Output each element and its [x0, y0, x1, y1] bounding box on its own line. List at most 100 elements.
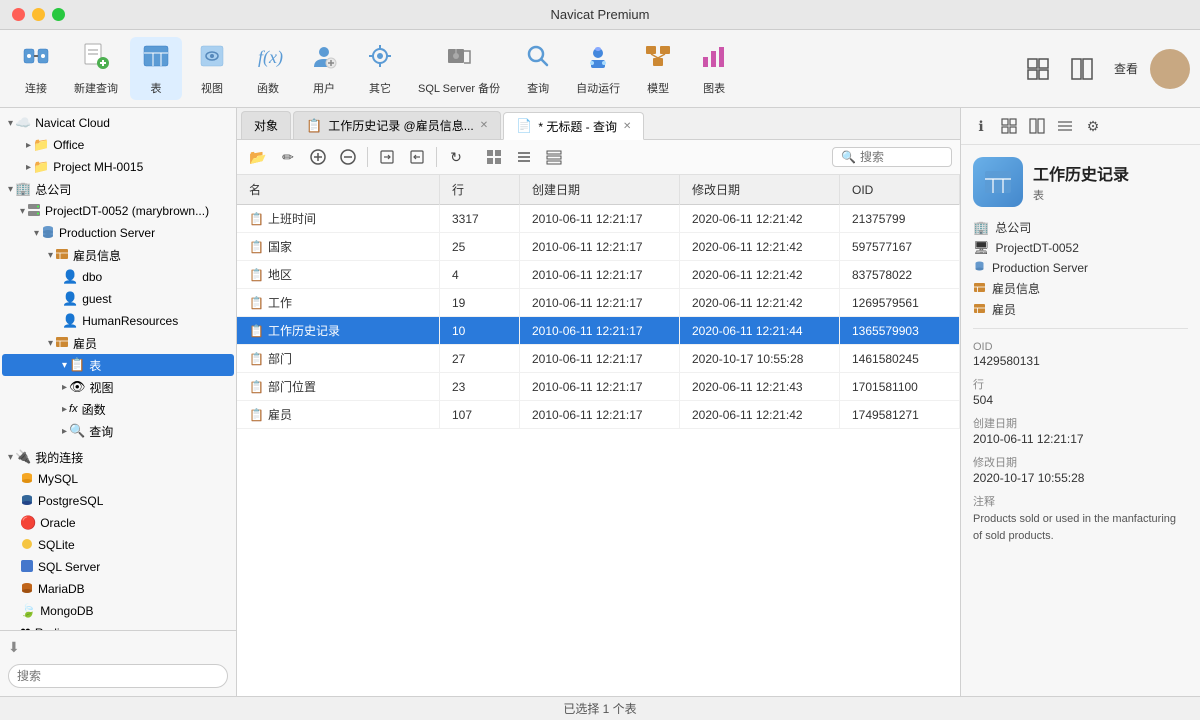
sidebar-item-employees[interactable]: ▾ 雇员 — [2, 332, 234, 354]
table-tab-icon: 📋 — [306, 118, 322, 134]
sidebar-item-employee-info[interactable]: ▾ 雇员信息 — [2, 244, 234, 266]
sidebar-item-queries[interactable]: ▸ 🔍 查询 — [2, 420, 234, 442]
grid-view-button[interactable] — [481, 144, 507, 170]
remove-button[interactable] — [335, 144, 361, 170]
rp-grid2-button[interactable] — [1025, 114, 1049, 138]
cell-name: 📋部门位置 — [237, 373, 440, 401]
sidebar-item-project-mh0015[interactable]: ▸ 📁 Project MH-0015 — [2, 156, 234, 178]
export-button[interactable] — [404, 144, 430, 170]
refresh-button[interactable]: ↻ — [443, 144, 469, 170]
col-oid[interactable]: OID — [840, 175, 960, 205]
col-modified[interactable]: 修改日期 — [680, 175, 840, 205]
table-row[interactable]: 📋工作历史记录 10 2010-06-11 12:21:17 2020-06-1… — [237, 317, 960, 345]
toolbar-function[interactable]: f(x) 函数 — [242, 37, 294, 100]
sidebar-item-redis[interactable]: ❤ Redis — [2, 622, 234, 630]
sidebar-item-guest[interactable]: 👤 guest — [2, 288, 234, 310]
table-row[interactable]: 📋上班时间 3317 2010-06-11 12:21:17 2020-06-1… — [237, 205, 960, 233]
cell-created: 2010-06-11 12:21:17 — [520, 345, 680, 373]
rp-bc-employee-info: 雇员信息 — [973, 280, 1188, 297]
toolbar-model[interactable]: 模型 — [632, 37, 684, 100]
rp-grid3-button[interactable] — [1053, 114, 1077, 138]
toolbar-new-query[interactable]: 新建查询 — [66, 37, 126, 100]
schema-bc-icon — [973, 281, 986, 297]
sidebar-item-production-server[interactable]: ▾ Production Server — [2, 222, 234, 244]
chevron-down-icon: ▾ — [48, 250, 53, 261]
cell-modified: 2020-06-11 12:21:44 — [680, 317, 840, 345]
title-bar: Navicat Premium — [0, 0, 1200, 30]
sidebar-item-oracle[interactable]: 🔴 Oracle — [2, 512, 234, 534]
rp-info-button[interactable]: ℹ — [969, 114, 993, 138]
sidebar-item-postgresql[interactable]: PostgreSQL — [2, 490, 234, 512]
cell-created: 2010-06-11 12:21:17 — [520, 401, 680, 429]
sqlserver-backup-icon — [444, 41, 474, 76]
sidebar-item-views[interactable]: ▸ 👁 视图 — [2, 376, 234, 398]
table-row[interactable]: 📋地区 4 2010-06-11 12:21:17 2020-06-11 12:… — [237, 261, 960, 289]
table-row[interactable]: 📋雇员 107 2010-06-11 12:21:17 2020-06-11 1… — [237, 401, 960, 429]
list-view-button[interactable] — [511, 144, 537, 170]
folder-icon: 📁 — [33, 159, 49, 175]
rp-grid1-button[interactable] — [997, 114, 1021, 138]
cell-name: 📋上班时间 — [237, 205, 440, 233]
sidebar-item-navicat-cloud[interactable]: ▾ ☁️ Navicat Cloud — [2, 112, 234, 134]
toolbar-chart[interactable]: 图表 — [688, 37, 740, 100]
sidebar-item-sqlserver[interactable]: SQL Server — [2, 556, 234, 578]
toolbar-view1[interactable] — [1018, 53, 1058, 85]
toolbar-view2[interactable] — [1062, 53, 1102, 85]
rp-rows-label: 行 — [973, 376, 1188, 392]
chart-icon — [699, 41, 729, 76]
tab-objects[interactable]: 对象 — [241, 111, 291, 139]
table-row[interactable]: 📋国家 25 2010-06-11 12:21:17 2020-06-11 12… — [237, 233, 960, 261]
close-button[interactable] — [12, 8, 25, 21]
sidebar-item-mariadb[interactable]: MariaDB — [2, 578, 234, 600]
open-folder-button[interactable]: 📂 — [245, 144, 271, 170]
new-query-label: 新建查询 — [74, 80, 118, 96]
sidebar-item-functions[interactable]: ▸ fx 函数 — [2, 398, 234, 420]
sidebar-item-office[interactable]: ▸ 📁 Office — [2, 134, 234, 156]
toolbar-view[interactable]: 视图 — [186, 37, 238, 100]
tab-untitled-query[interactable]: 📄 * 无标题 - 查询 ✕ — [503, 112, 644, 140]
user-icon — [309, 41, 339, 76]
table-search-input[interactable] — [860, 150, 943, 164]
add-button[interactable] — [305, 144, 331, 170]
toolbar-connect[interactable]: 连接 — [10, 37, 62, 100]
table-row[interactable]: 📋部门 27 2010-06-11 12:21:17 2020-10-17 10… — [237, 345, 960, 373]
table-row[interactable]: 📋工作 19 2010-06-11 12:21:17 2020-06-11 12… — [237, 289, 960, 317]
tab-work-history[interactable]: 📋 工作历史记录 @雇员信息... ✕ — [293, 111, 501, 139]
autorun-label: 自动运行 — [576, 80, 620, 96]
sidebar-item-mongodb[interactable]: 🍃 MongoDB — [2, 600, 234, 622]
toolbar-view3[interactable]: 查看 — [1106, 56, 1146, 81]
chevron-down-icon: ▾ — [8, 118, 13, 129]
maximize-button[interactable] — [52, 8, 65, 21]
tab-close-untitled[interactable]: ✕ — [623, 121, 631, 132]
sidebar-item-dbo[interactable]: 👤 dbo — [2, 266, 234, 288]
rp-table-name: 工作历史记录 — [1033, 161, 1129, 185]
sidebar-item-humanresources[interactable]: 👤 HumanResources — [2, 310, 234, 332]
toolbar-query[interactable]: 查询 — [512, 37, 564, 100]
toolbar-user[interactable]: 用户 — [298, 37, 350, 100]
edit-button[interactable]: ✏ — [275, 144, 301, 170]
mongodb-icon: 🍃 — [20, 603, 36, 619]
right-panel-toolbar: ℹ ⚙ — [961, 108, 1200, 145]
rp-rows-value: 504 — [973, 393, 1188, 407]
tab-close-work-history[interactable]: ✕ — [480, 120, 488, 131]
col-created[interactable]: 创建日期 — [520, 175, 680, 205]
sidebar-search-input[interactable] — [8, 664, 228, 688]
table-row[interactable]: 📋部门位置 23 2010-06-11 12:21:17 2020-06-11 … — [237, 373, 960, 401]
function-icon: f(x) — [253, 41, 283, 76]
toolbar-other[interactable]: 其它 — [354, 37, 406, 100]
import-button[interactable] — [374, 144, 400, 170]
sidebar-item-zong-gongsi[interactable]: ▾ 🏢 总公司 — [2, 178, 234, 200]
sidebar-item-tables[interactable]: ▾ 📋 表 — [2, 354, 234, 376]
sidebar-item-sqlite[interactable]: SQLite — [2, 534, 234, 556]
minimize-button[interactable] — [32, 8, 45, 21]
toolbar-table[interactable]: 表 — [130, 37, 182, 100]
col-name[interactable]: 名 — [237, 175, 440, 205]
detail-view-button[interactable] — [541, 144, 567, 170]
col-rows[interactable]: 行 — [440, 175, 520, 205]
toolbar-autorun[interactable]: 自动运行 — [568, 37, 628, 100]
rp-settings-button[interactable]: ⚙ — [1081, 114, 1105, 138]
toolbar-sqlserver-backup[interactable]: SQL Server 备份 — [410, 37, 508, 100]
sidebar-item-my-connections[interactable]: ▾ 🔌 我的连接 — [2, 446, 234, 468]
sidebar-item-mysql[interactable]: MySQL — [2, 468, 234, 490]
sidebar-item-projectdt0052[interactable]: ▾ ProjectDT-0052 (marybrown...) — [2, 200, 234, 222]
